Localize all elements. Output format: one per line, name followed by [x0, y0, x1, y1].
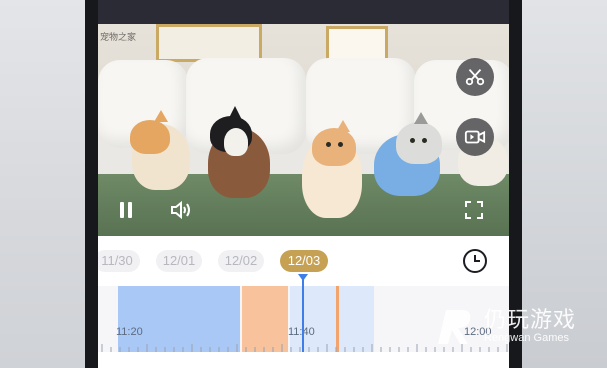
pause-icon	[120, 202, 132, 218]
video-record-icon	[464, 130, 486, 144]
volume-icon	[171, 200, 190, 220]
top-bar	[98, 0, 509, 24]
volume-button[interactable]	[166, 196, 196, 224]
clip-button[interactable]	[456, 58, 494, 96]
watermark-logo-icon	[438, 310, 471, 344]
clock-icon	[463, 249, 487, 273]
fullscreen-icon	[465, 201, 483, 219]
bottom-area	[98, 352, 509, 368]
playhead-line[interactable]	[302, 274, 304, 352]
date-chip-1203[interactable]: 12/03	[280, 250, 328, 272]
video-frame: 宠物之家	[98, 24, 509, 236]
scissors-icon	[465, 69, 485, 86]
background-left	[0, 0, 85, 368]
pause-button[interactable]	[112, 196, 140, 224]
time-label-1120: 11:20	[116, 326, 143, 338]
watermark-subtitle: Rengwan Games	[484, 332, 569, 344]
date-chip-1130[interactable]: 11/30	[98, 250, 140, 272]
watermark-title: 仍玩游戏	[484, 308, 577, 333]
wall-logo: 宠物之家	[100, 32, 137, 42]
watermark: 仍玩游戏 Rengwan Games	[432, 300, 607, 350]
video-player[interactable]: 宠物之家	[98, 24, 509, 236]
record-button[interactable]	[456, 118, 494, 156]
history-button[interactable]	[462, 248, 488, 274]
date-chip-1201[interactable]: 12/01	[156, 250, 202, 272]
fullscreen-button[interactable]	[460, 196, 488, 224]
date-chip-1202[interactable]: 12/02	[218, 250, 264, 272]
